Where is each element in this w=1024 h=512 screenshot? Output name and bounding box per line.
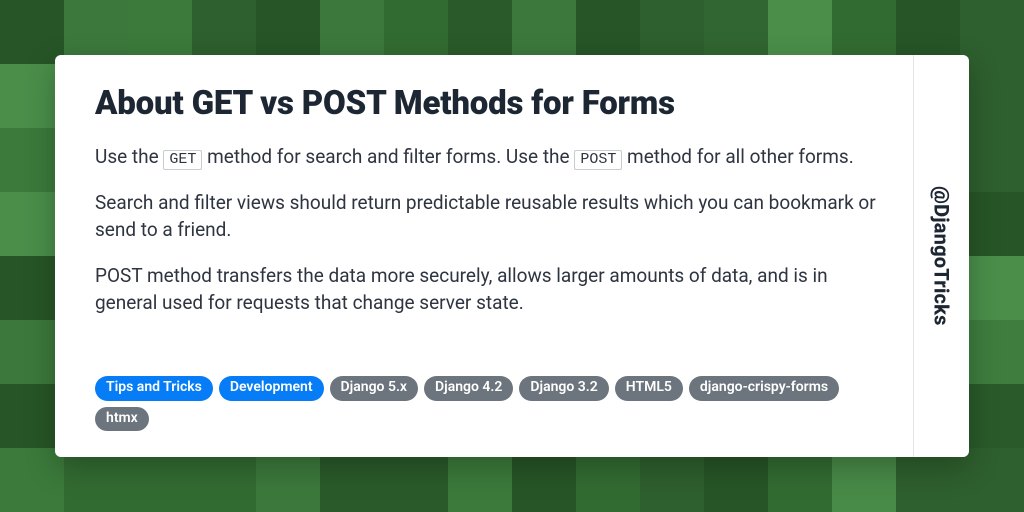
tag-list: Tips and TricksDevelopmentDjango 5.xDjan… — [95, 376, 879, 431]
tag-item[interactable]: Development — [219, 376, 324, 401]
code-get: GET — [163, 150, 202, 170]
tag-item[interactable]: htmx — [95, 407, 149, 432]
tag-item[interactable]: Django 5.x — [330, 376, 418, 401]
tag-item[interactable]: Tips and Tricks — [95, 376, 213, 401]
paragraph-3: POST method transfers the data more secu… — [95, 262, 879, 317]
p1-text-1: Use the — [95, 145, 163, 168]
tag-item[interactable]: Django 4.2 — [424, 376, 513, 401]
author-handle: @DjangoTricks — [930, 186, 954, 326]
p1-text-3: method for all other forms. — [622, 145, 853, 168]
article-title: About GET vs POST Methods for Forms — [95, 85, 879, 123]
card-side: @DjangoTricks — [913, 55, 969, 457]
paragraph-1: Use the GET method for search and filter… — [95, 143, 879, 171]
tag-item[interactable]: Django 3.2 — [519, 376, 608, 401]
card-main: About GET vs POST Methods for Forms Use … — [55, 55, 913, 457]
tag-item[interactable]: django-crispy-forms — [689, 376, 839, 401]
code-post: POST — [574, 150, 622, 170]
tag-item[interactable]: HTML5 — [615, 376, 683, 401]
paragraph-2: Search and filter views should return pr… — [95, 189, 879, 244]
p1-text-2: method for search and filter forms. Use … — [202, 145, 574, 168]
content-card: About GET vs POST Methods for Forms Use … — [55, 55, 969, 457]
